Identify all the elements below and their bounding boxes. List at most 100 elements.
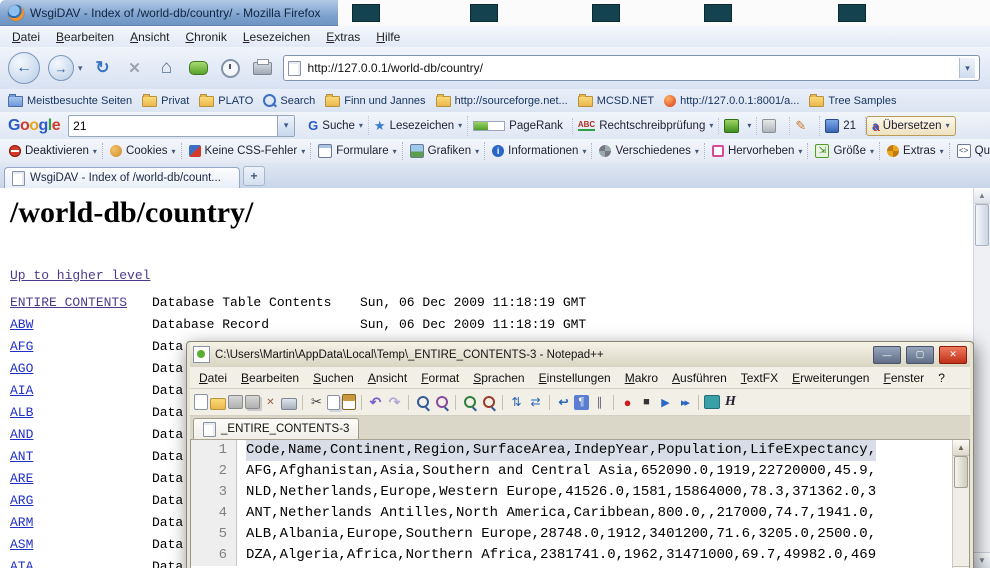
home-button[interactable]: ⌂ (155, 56, 179, 80)
google-toolbar-button[interactable]: Suche ▾ (303, 116, 369, 135)
toolbar-icon[interactable] (657, 394, 674, 411)
toolbar-icon[interactable] (327, 395, 340, 410)
webdev-item[interactable]: Grafiken ▾ (405, 142, 485, 160)
menu-item[interactable]: Suchen (306, 369, 361, 387)
toolbar-icon[interactable] (502, 395, 503, 410)
toolbar-icon[interactable] (638, 394, 655, 411)
webdev-item[interactable]: Formulare ▾ (313, 142, 402, 160)
menu-item[interactable]: Bearbeiten (234, 369, 306, 387)
menu-item[interactable]: Ausführen (665, 369, 734, 387)
toolbar-icon[interactable] (549, 395, 550, 410)
forward-button[interactable]: → (48, 55, 74, 81)
toolbar-icon[interactable] (194, 394, 208, 410)
toolbar-icon[interactable] (555, 394, 572, 411)
bookmark-item[interactable]: http://127.0.0.1:8001/a... (664, 95, 799, 107)
toolbar-icon[interactable] (508, 394, 525, 411)
scroll-up-icon[interactable]: ▲ (974, 188, 990, 204)
menu-item[interactable]: Format (414, 369, 466, 387)
editor-line[interactable]: 6DZA,Algeria,Africa,Northern Africa,2381… (191, 545, 969, 566)
editor-line[interactable]: 1Code,Name,Continent,Region,SurfaceArea,… (191, 440, 969, 461)
menu-item[interactable]: ? (931, 369, 952, 387)
toolbar-icon[interactable] (574, 395, 589, 410)
scroll-up-icon[interactable]: ▲ (953, 440, 969, 456)
google-toolbar-button[interactable]: Rechtschreibprüfung ▾ (573, 118, 719, 134)
google-toolbar-button[interactable]: Lesezeichen ▾ (369, 116, 468, 136)
toolbar-icon[interactable] (308, 394, 325, 411)
toolbar-icon[interactable] (676, 394, 693, 411)
toolbar-icon[interactable] (461, 394, 478, 411)
entry-link[interactable]: ARM (10, 512, 152, 534)
bookmark-item[interactable]: http://sourceforge.net... (436, 94, 568, 107)
entry-link[interactable]: AGO (10, 358, 152, 380)
bookmark-item[interactable]: Finn und Jannes (325, 94, 425, 107)
toolbar-icon[interactable] (698, 395, 699, 410)
browser-scrollbar[interactable]: ▲ ▼ (973, 188, 990, 568)
toolbar-icon[interactable] (361, 395, 362, 410)
menu-item[interactable]: Bearbeiten (48, 28, 122, 46)
webdev-item[interactable]: Verschiedenes ▾ (594, 143, 704, 159)
new-tab-button[interactable]: + (243, 166, 265, 186)
toolbar-icon[interactable] (722, 394, 739, 411)
menu-item[interactable]: TextFX (734, 369, 785, 387)
scroll-down-icon[interactable]: ▼ (974, 552, 990, 568)
bookmark-item[interactable]: MCSD.NET (578, 94, 654, 107)
browser-tab[interactable]: WsgiDAV - Index of /world-db/count... (4, 167, 240, 188)
google-toolbar-button[interactable] (757, 117, 790, 135)
webdev-item[interactable]: Größe ▾ (810, 142, 880, 160)
bookmark-item[interactable]: PLATO (199, 94, 253, 107)
toolbar-icon[interactable] (245, 395, 260, 409)
entry-link[interactable]: ARE (10, 468, 152, 490)
stop-button[interactable]: ✕ (123, 56, 147, 80)
entry-link[interactable]: ANT (10, 446, 152, 468)
editor-line[interactable]: 5ALB,Albania,Europe,Southern Europe,2874… (191, 524, 969, 545)
minimize-button[interactable]: — (873, 346, 901, 364)
maximize-button[interactable]: ▢ (906, 346, 934, 364)
entry-link[interactable]: ALB (10, 402, 152, 424)
entry-link[interactable]: AND (10, 424, 152, 446)
menu-item[interactable]: Datei (4, 28, 48, 46)
menu-item[interactable]: Lesezeichen (235, 28, 318, 46)
toolbar-icon[interactable] (480, 394, 497, 411)
google-toolbar-button[interactable] (790, 116, 820, 136)
google-search-box[interactable]: ▾ (68, 115, 295, 137)
history-dropdown-icon[interactable]: ▾ (78, 63, 83, 74)
webdev-item[interactable]: Quellte (952, 142, 990, 160)
menu-item[interactable]: Extras (318, 28, 368, 46)
url-dropdown-icon[interactable]: ▾ (959, 58, 975, 78)
titlebar-left[interactable]: WsgiDAV - Index of /world-db/country/ - … (0, 0, 338, 26)
toolbar-icon[interactable] (455, 395, 456, 410)
toolbar-icon[interactable] (408, 395, 409, 410)
entry-link[interactable]: ATA (10, 556, 152, 568)
toolbar-icon[interactable] (210, 398, 226, 410)
entry-link[interactable]: ENTIRE CONTENTS (10, 292, 152, 314)
history-clock-button[interactable] (219, 56, 243, 80)
webdev-item[interactable]: Deaktivieren ▾ (4, 143, 103, 159)
bookmark-item[interactable]: Search (263, 94, 315, 107)
webdev-item[interactable]: Cookies ▾ (105, 143, 182, 159)
entry-link[interactable]: ABW (10, 314, 152, 336)
toolbar-icon[interactable] (302, 395, 303, 410)
print-button[interactable] (251, 56, 275, 80)
menu-item[interactable]: Erweiterungen (785, 369, 876, 387)
toolbar-icon[interactable] (262, 394, 279, 411)
google-search-input[interactable] (69, 119, 277, 133)
toolbar-icon[interactable] (342, 394, 356, 410)
entry-link[interactable]: AIA (10, 380, 152, 402)
editor-line[interactable]: 2AFG,Afghanistan,Asia,Southern and Centr… (191, 461, 969, 482)
webdev-item[interactable]: Hervorheben ▾ (707, 143, 809, 159)
bookmark-item[interactable]: Privat (142, 94, 189, 107)
up-to-higher-level-link[interactable]: Up to higher level (10, 268, 150, 283)
google-toolbar-button[interactable]: 21 (820, 117, 866, 135)
menu-item[interactable]: Hilfe (368, 28, 408, 46)
toolbar-icon[interactable] (367, 394, 384, 411)
back-button[interactable]: ← (8, 52, 40, 84)
menu-item[interactable]: Fenster (876, 369, 931, 387)
menu-item[interactable]: Chronik (177, 28, 234, 46)
toolbar-icon[interactable] (433, 394, 450, 411)
menu-item[interactable]: Ansicht (361, 369, 414, 387)
toolbar-icon[interactable] (613, 395, 614, 410)
editor-scrollbar[interactable]: ▲ ▼ (952, 440, 969, 568)
scrollbar-thumb[interactable] (975, 204, 989, 246)
google-toolbar-button[interactable]: ▾ (719, 117, 757, 135)
address-bar[interactable]: ▾ (283, 55, 980, 81)
